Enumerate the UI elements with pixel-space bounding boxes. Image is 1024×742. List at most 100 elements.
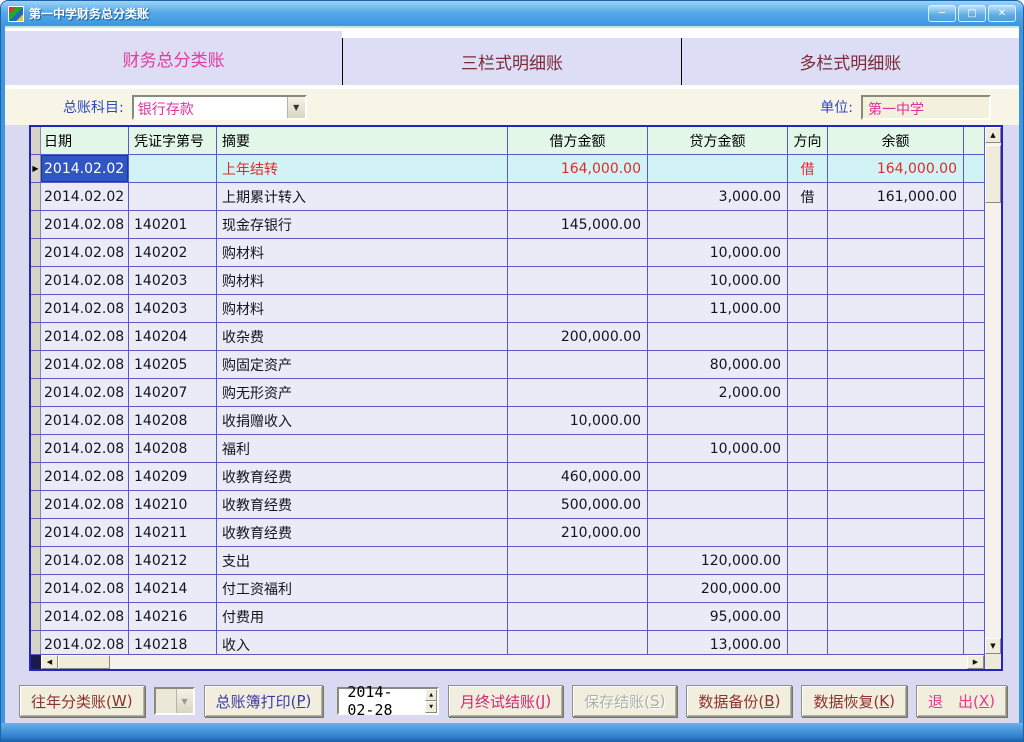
spin-up-icon[interactable]: ▲ (425, 689, 437, 701)
cell-voucher[interactable]: 140209 (129, 463, 217, 490)
cell-credit[interactable]: 80,000.00 (648, 351, 788, 378)
cell-balance[interactable] (828, 267, 964, 294)
cell-balance[interactable] (828, 575, 964, 602)
cell-voucher[interactable] (129, 155, 217, 182)
cell-summary[interactable]: 收教育经费 (217, 463, 508, 490)
cell-direction[interactable] (788, 519, 828, 546)
cell-date[interactable]: 2014.02.08 (41, 407, 129, 434)
cell-credit[interactable]: 200,000.00 (648, 575, 788, 602)
cell-debit[interactable] (508, 295, 648, 322)
cell-summary[interactable]: 福利 (217, 435, 508, 462)
cell-date[interactable]: 2014.02.08 (41, 379, 129, 406)
cell-direction[interactable] (788, 435, 828, 462)
cell-summary[interactable]: 收捐赠收入 (217, 407, 508, 434)
scroll-up-icon[interactable]: ▲ (985, 127, 1001, 143)
cell-date[interactable]: 2014.02.08 (41, 239, 129, 266)
cell-direction[interactable]: 借 (788, 155, 828, 182)
row-selector[interactable] (31, 239, 41, 266)
table-row[interactable]: 2014.02.02 上期累计转入 3,000.00 借 161,000.00 (31, 183, 984, 211)
row-selector[interactable] (31, 379, 41, 406)
chevron-down-icon[interactable]: ▼ (176, 689, 193, 713)
cell-debit[interactable]: 500,000.00 (508, 491, 648, 518)
table-row[interactable]: 2014.02.08 140209 收教育经费 460,000.00 (31, 463, 984, 491)
cell-balance[interactable] (828, 211, 964, 238)
row-selector[interactable] (31, 603, 41, 630)
cell-credit[interactable]: 10,000.00 (648, 239, 788, 266)
cell-credit[interactable] (648, 211, 788, 238)
cell-date[interactable]: 2014.02.08 (41, 603, 129, 630)
row-selector[interactable] (31, 211, 41, 238)
cell-voucher[interactable]: 140203 (129, 267, 217, 294)
cell-debit[interactable]: 164,000.00 (508, 155, 648, 182)
row-selector[interactable] (31, 323, 41, 350)
cell-direction[interactable] (788, 463, 828, 490)
row-selector[interactable] (31, 547, 41, 574)
cell-date[interactable]: 2014.02.08 (41, 631, 129, 654)
scroll-left-icon[interactable]: ◀ (41, 655, 58, 669)
cell-direction[interactable] (788, 491, 828, 518)
cell-voucher[interactable]: 140203 (129, 295, 217, 322)
tab-multi-column-ledger[interactable]: 多栏式明细账 (681, 38, 1019, 85)
table-row[interactable]: 2014.02.08 140204 收杂费 200,000.00 (31, 323, 984, 351)
hscroll-thumb[interactable] (58, 655, 110, 669)
cell-date[interactable]: 2014.02.08 (41, 575, 129, 602)
cell-debit[interactable] (508, 267, 648, 294)
cell-summary[interactable]: 收入 (217, 631, 508, 654)
cell-debit[interactable]: 10,000.00 (508, 407, 648, 434)
cell-debit[interactable] (508, 631, 648, 654)
year-combobox[interactable]: ▼ (154, 687, 195, 715)
cell-balance[interactable] (828, 323, 964, 350)
cell-voucher[interactable]: 140208 (129, 435, 217, 462)
cell-balance[interactable] (828, 547, 964, 574)
cell-balance[interactable] (828, 463, 964, 490)
cell-debit[interactable] (508, 575, 648, 602)
cell-credit[interactable]: 2,000.00 (648, 379, 788, 406)
horizontal-scrollbar[interactable]: ◀ ▶ (31, 654, 984, 669)
table-row[interactable]: 2014.02.08 140207 购无形资产 2,000.00 (31, 379, 984, 407)
table-row[interactable]: 2014.02.08 140218 收入 13,000.00 (31, 631, 984, 654)
cell-voucher[interactable]: 140210 (129, 491, 217, 518)
row-selector[interactable] (31, 267, 41, 294)
cell-credit[interactable]: 10,000.00 (648, 435, 788, 462)
row-selector[interactable] (31, 491, 41, 518)
chevron-down-icon[interactable]: ▼ (287, 97, 305, 118)
cell-debit[interactable]: 200,000.00 (508, 323, 648, 350)
row-selector[interactable] (31, 351, 41, 378)
row-selector[interactable] (31, 519, 41, 546)
cell-credit[interactable] (648, 323, 788, 350)
cell-voucher[interactable]: 140212 (129, 547, 217, 574)
table-row[interactable]: 2014.02.08 140205 购固定资产 80,000.00 (31, 351, 984, 379)
cell-balance[interactable] (828, 407, 964, 434)
cell-summary[interactable]: 购材料 (217, 267, 508, 294)
cell-voucher[interactable]: 140205 (129, 351, 217, 378)
row-selector[interactable] (31, 575, 41, 602)
cell-debit[interactable] (508, 435, 648, 462)
cell-date[interactable]: 2014.02.08 (41, 463, 129, 490)
cell-debit[interactable] (508, 239, 648, 266)
cell-balance[interactable]: 161,000.00 (828, 183, 964, 210)
table-row[interactable]: 2014.02.08 140203 购材料 11,000.00 (31, 295, 984, 323)
cell-summary[interactable]: 收教育经费 (217, 519, 508, 546)
cell-credit[interactable] (648, 155, 788, 182)
cell-debit[interactable] (508, 183, 648, 210)
cell-debit[interactable]: 460,000.00 (508, 463, 648, 490)
cell-debit[interactable] (508, 547, 648, 574)
cell-date[interactable]: 2014.02.08 (41, 519, 129, 546)
table-row[interactable]: 2014.02.08 140208 福利 10,000.00 (31, 435, 984, 463)
table-row[interactable]: 2014.02.08 140212 支出 120,000.00 (31, 547, 984, 575)
cell-summary[interactable]: 上期累计转入 (217, 183, 508, 210)
scroll-down-icon[interactable]: ▼ (985, 638, 1001, 654)
table-row[interactable]: 2014.02.08 140202 购材料 10,000.00 (31, 239, 984, 267)
cell-summary[interactable]: 付费用 (217, 603, 508, 630)
cell-credit[interactable]: 3,000.00 (648, 183, 788, 210)
cell-balance[interactable] (828, 519, 964, 546)
table-row[interactable]: 2014.02.08 140216 付费用 95,000.00 (31, 603, 984, 631)
cell-direction[interactable] (788, 631, 828, 654)
cell-voucher[interactable]: 140208 (129, 407, 217, 434)
maximize-icon[interactable]: □ (958, 5, 986, 22)
cell-date[interactable]: 2014.02.08 (41, 211, 129, 238)
row-selector[interactable] (31, 435, 41, 462)
cell-balance[interactable] (828, 351, 964, 378)
cell-direction[interactable] (788, 379, 828, 406)
data-backup-button[interactable]: 数据备份(B) (686, 685, 792, 717)
